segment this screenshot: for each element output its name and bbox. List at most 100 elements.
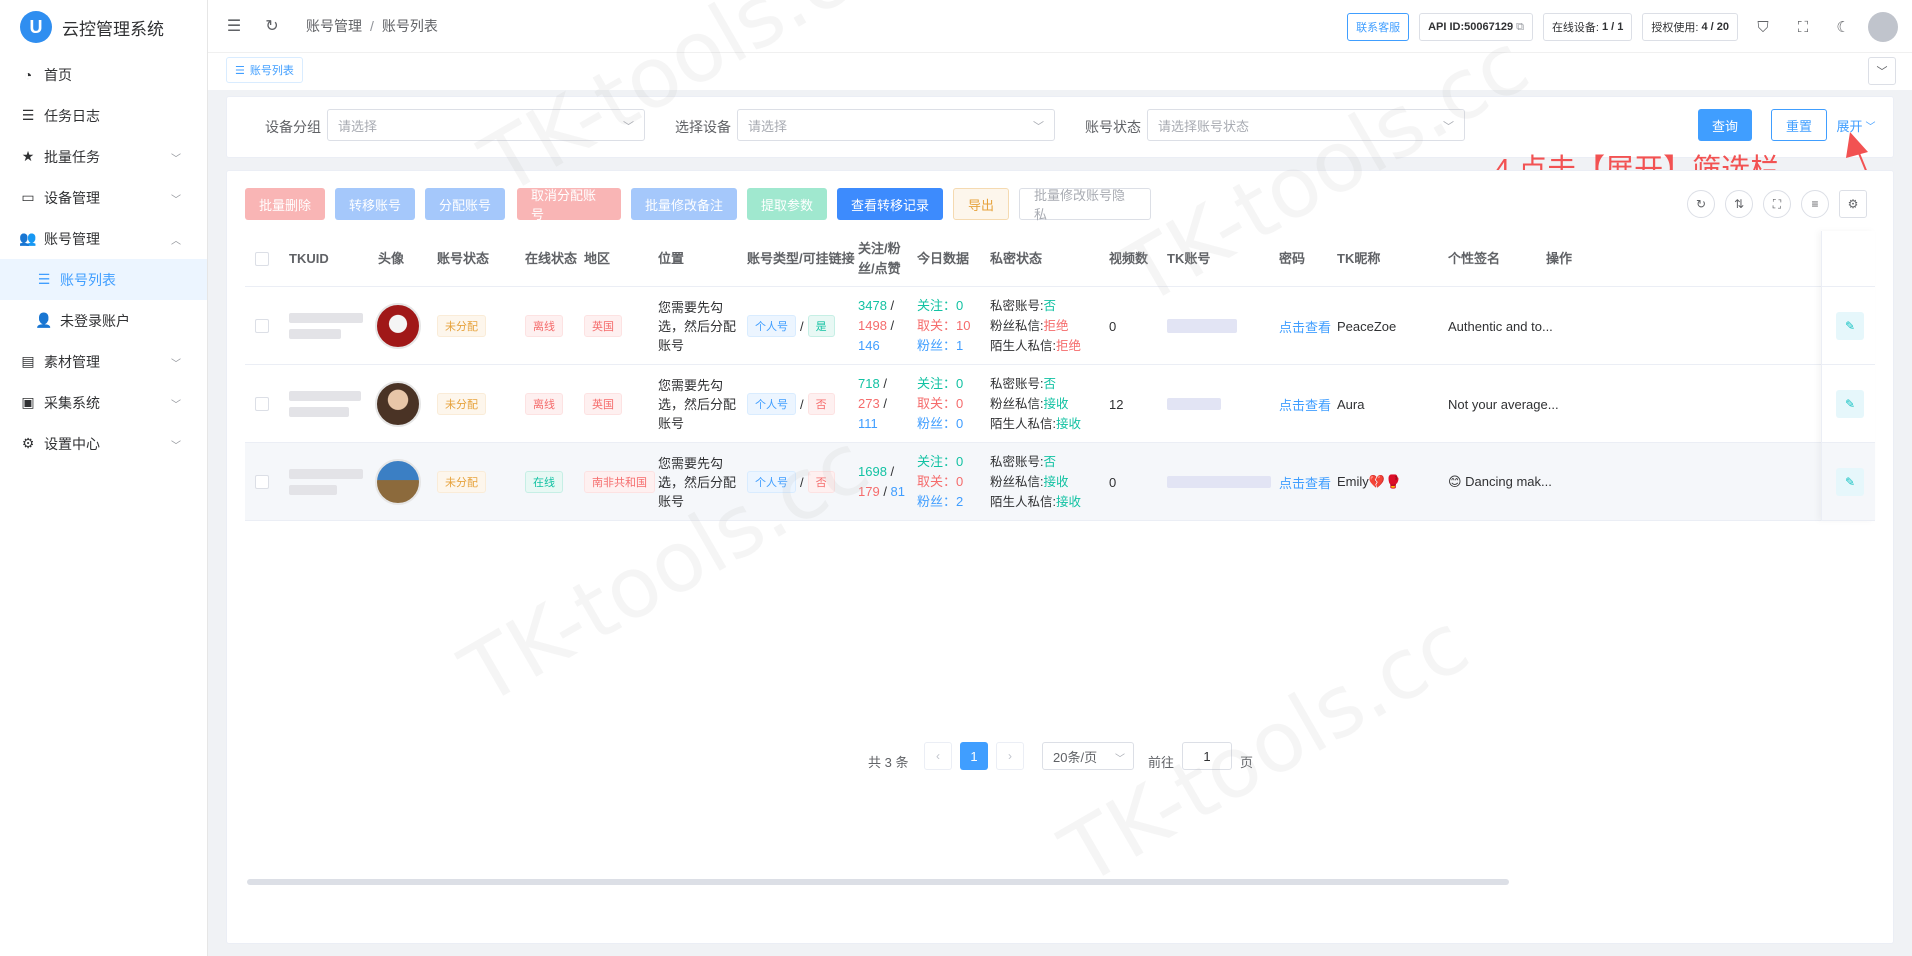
view-password-link[interactable]: 点击查看: [1279, 473, 1331, 492]
sidebar: U 云控管理系统 ◔ 首页 ☰ 任务日志 ★ 批量任务 ﹀ ▭ 设备管理 ﹀ 👥…: [0, 0, 208, 956]
sidebar-item-collect-system[interactable]: ▣ 采集系统 ﹀: [0, 382, 207, 423]
goto-page-input[interactable]: 1: [1182, 742, 1232, 770]
online-badge: 离线: [525, 393, 563, 415]
tkuid-cell: [289, 443, 363, 521]
sidebar-item-label: 素材管理: [44, 353, 100, 370]
sidebar-item-unlogged-accounts[interactable]: 👤 未登录账户: [0, 300, 207, 341]
stranger-msg-value: 接收: [1055, 495, 1081, 509]
chevron-down-icon: ﹀: [171, 400, 181, 411]
select-all-checkbox[interactable]: [255, 231, 269, 287]
sidebar-item-batch-tasks[interactable]: ★ 批量任务 ﹀: [0, 136, 207, 177]
table-header: TKUID 头像 账号状态 在线状态 地区 位置 账号类型/可挂链接 关注/粉 …: [245, 231, 1875, 287]
table-row[interactable]: 未分配 离线 英国 您需要先勾选，然后分配账号 个人号 / 否 718 / 27…: [245, 365, 1875, 443]
avatar[interactable]: [375, 303, 421, 349]
tk-account-cell: [1167, 365, 1221, 443]
table-row[interactable]: 未分配 在线 南非共和国.. 您需要先勾选，然后分配账号 个人号 / 否 169…: [245, 443, 1875, 521]
export-button[interactable]: 导出: [953, 188, 1009, 220]
chevron-up-icon: ︿: [171, 236, 181, 247]
page-1-button[interactable]: 1: [960, 742, 988, 770]
breadcrumb: 账号管理 / 账号列表: [306, 16, 438, 36]
api-id-badge[interactable]: API ID:50067129 ⧉: [1419, 13, 1533, 41]
today-data-cell: 关注：0 取关：0 粉丝：0: [917, 365, 963, 443]
tag-account-list[interactable]: ☰ 账号列表: [226, 57, 303, 83]
device-select[interactable]: 请选择 ﹀: [737, 109, 1055, 141]
sort-icon[interactable]: ⇅: [1725, 190, 1753, 218]
col-tkuid: TKUID: [289, 251, 329, 266]
license-label: 授权使用:: [1651, 22, 1699, 34]
row-checkbox[interactable]: [255, 443, 269, 521]
chevron-down-icon: ﹀: [1876, 66, 1888, 78]
shield-icon[interactable]: ⛉: [1748, 13, 1778, 41]
table-row[interactable]: 未分配 离线 英国 您需要先勾选，然后分配账号 个人号 / 是 3478 / 1…: [245, 287, 1875, 365]
menu-toggle-icon[interactable]: ☰: [222, 14, 246, 38]
user-avatar[interactable]: [1868, 12, 1898, 42]
view-password-link[interactable]: 点击查看: [1279, 317, 1331, 336]
settings-icon[interactable]: ⚙: [1839, 190, 1867, 218]
batch-edit-privacy-button[interactable]: 批量修改账号隐私: [1019, 188, 1151, 222]
device-placeholder: 请选择: [748, 118, 788, 134]
today-unfollow-value: 10: [956, 318, 971, 333]
followers-count: 179: [858, 484, 880, 499]
sidebar-item-device-mgmt[interactable]: ▭ 设备管理 ﹀: [0, 177, 207, 218]
tags-dropdown-button[interactable]: ﹀: [1868, 57, 1896, 85]
chevron-down-icon: ﹀: [1115, 754, 1125, 765]
checkbox-box: [255, 397, 269, 411]
app-logo[interactable]: U 云控管理系统: [0, 0, 207, 54]
col-password: 密码: [1279, 251, 1306, 266]
extract-params-button[interactable]: 提取参数: [747, 188, 827, 220]
unassign-account-button[interactable]: 取消分配账号: [517, 188, 621, 222]
batch-delete-button[interactable]: 批量删除: [245, 188, 325, 220]
batch-edit-note-button[interactable]: 批量修改备注: [631, 188, 737, 220]
refresh-table-icon[interactable]: ↻: [1687, 190, 1715, 218]
col-position: 位置: [658, 251, 685, 266]
prev-page-button[interactable]: ‹: [924, 742, 952, 770]
page-size-select[interactable]: 20条/页 ﹀: [1042, 742, 1134, 770]
reset-button[interactable]: 重置: [1771, 109, 1827, 141]
device-group-select[interactable]: 请选择 ﹀: [327, 109, 645, 141]
chevron-down-icon: ﹀: [1443, 121, 1454, 133]
sidebar-item-home[interactable]: ◔ 首页: [0, 54, 207, 95]
view-password-link[interactable]: 点击查看: [1279, 395, 1331, 414]
copy-icon[interactable]: ⧉: [1516, 21, 1524, 34]
col-privacy: 私密状态: [990, 251, 1043, 266]
transfer-log-button[interactable]: 查看转移记录: [837, 188, 943, 220]
app-title: 云控管理系统: [62, 19, 164, 39]
privacy-cell: 私密账号:否 粉丝私信:拒绝 陌生人私信:拒绝: [990, 287, 1081, 365]
sidebar-item-label: 设置中心: [44, 435, 100, 452]
list-icon: ☰: [235, 64, 245, 77]
assign-account-button[interactable]: 分配账号: [425, 188, 505, 220]
sidebar-item-task-log[interactable]: ☰ 任务日志: [0, 95, 207, 136]
likes-count: 81: [890, 484, 906, 499]
redacted-text: [289, 469, 363, 479]
sidebar-item-material-mgmt[interactable]: ▤ 素材管理 ﹀: [0, 341, 207, 382]
sidebar-item-account-mgmt[interactable]: 👥 账号管理 ︿: [0, 218, 207, 259]
fullscreen-table-icon[interactable]: ⛶: [1763, 190, 1791, 218]
account-status-select[interactable]: 请选择账号状态 ﹀: [1147, 109, 1465, 141]
chevron-down-icon: ﹀: [1865, 121, 1876, 133]
row-checkbox[interactable]: [255, 287, 269, 365]
sidebar-item-account-list[interactable]: ☰ 账号列表: [0, 259, 207, 300]
today-fans-value: 0: [956, 416, 964, 431]
fullscreen-icon[interactable]: ⛶: [1788, 13, 1818, 41]
sidebar-item-label: 账号管理: [44, 230, 100, 247]
horizontal-scrollbar[interactable]: [247, 879, 1509, 885]
breadcrumb-item[interactable]: 账号管理: [306, 16, 362, 36]
row-checkbox[interactable]: [255, 365, 269, 443]
nickname-cell: PeaceZoe: [1337, 318, 1397, 334]
avatar[interactable]: [375, 381, 421, 427]
sidebar-item-settings[interactable]: ⚙ 设置中心 ﹀: [0, 423, 207, 464]
nickname-cell: Emily💔🥊: [1337, 474, 1402, 489]
transfer-account-button[interactable]: 转移账号: [335, 188, 415, 220]
density-icon[interactable]: ≡: [1801, 190, 1829, 218]
today-follow-label: 关注：: [917, 298, 957, 313]
avatar[interactable]: [375, 459, 421, 505]
dark-mode-icon[interactable]: ☾: [1828, 13, 1858, 41]
next-page-button[interactable]: ›: [996, 742, 1024, 770]
today-fans-value: 2: [956, 494, 964, 509]
stats-cell: 3478 / 1498 / 146: [858, 287, 910, 365]
query-button[interactable]: 查询: [1698, 109, 1752, 141]
users-icon: 👥: [19, 230, 37, 246]
refresh-icon[interactable]: ↻: [260, 14, 284, 38]
contact-support-button[interactable]: 联系客服: [1347, 13, 1410, 41]
today-fans-label: 粉丝：: [917, 494, 957, 509]
